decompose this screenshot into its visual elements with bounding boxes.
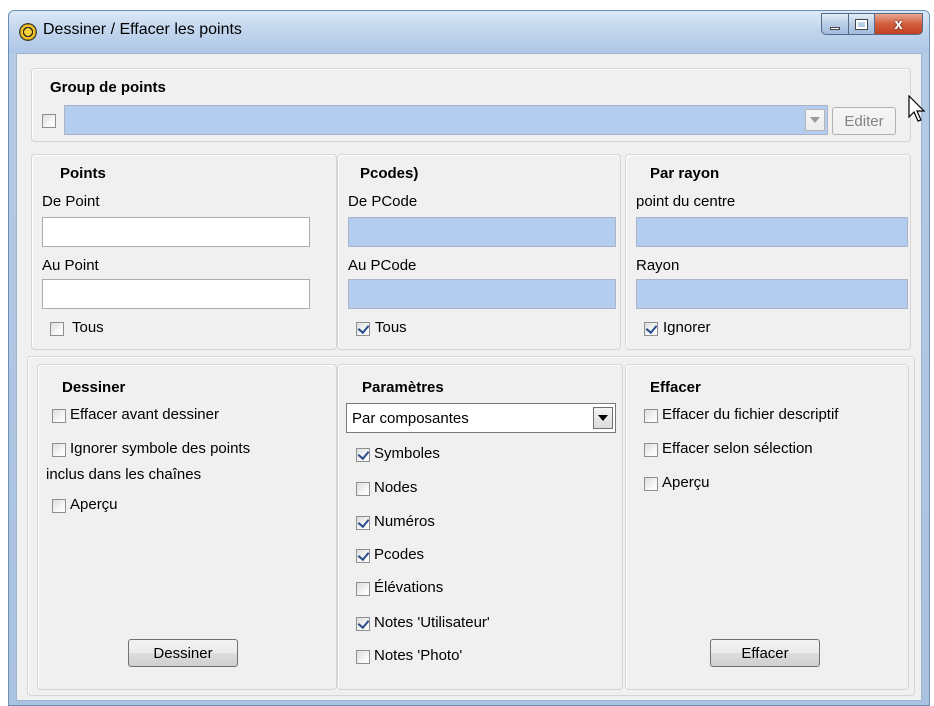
mouse-cursor-icon [908, 95, 926, 122]
chevron-down-icon [598, 415, 608, 421]
radius-title: Par rayon [650, 165, 720, 182]
to-pcode-input[interactable] [348, 279, 616, 309]
param-option-label: Notes 'Utilisateur' [374, 614, 490, 631]
group-checkbox[interactable] [42, 114, 56, 128]
from-pcode-input[interactable] [348, 217, 616, 247]
pcodes-all-label: Tous [375, 319, 407, 336]
params-panel: Paramètres Par composantes Symboles Nodes… [337, 364, 623, 690]
to-point-label: Au Point [42, 257, 99, 274]
erase-preview-label: Aperçu [662, 474, 710, 491]
erase-before-draw-label: Effacer avant dessiner [70, 406, 219, 423]
param-option-checkbox[interactable] [356, 582, 370, 596]
to-pcode-label: Au PCode [348, 257, 417, 274]
from-point-label: De Point [42, 193, 100, 210]
param-option-label: Élévations [374, 579, 444, 596]
points-all-label: Tous [72, 319, 104, 336]
param-option-checkbox[interactable] [356, 650, 370, 664]
erase-panel: Effacer Effacer du fichier descriptif Ef… [625, 364, 909, 690]
param-option-checkbox[interactable] [356, 549, 370, 563]
erase-descfile-label: Effacer du fichier descriptif [662, 406, 839, 423]
erase-preview-checkbox[interactable] [644, 477, 658, 491]
points-panel: Points De Point Au Point Tous [31, 154, 337, 350]
param-option-checkbox[interactable] [356, 448, 370, 462]
params-mode-arrow[interactable] [593, 407, 613, 429]
pcodes-panel: Pcodes) De PCode Au PCode Tous [337, 154, 621, 350]
ignore-label: Ignorer [663, 319, 711, 336]
param-option-checkbox[interactable] [356, 617, 370, 631]
dialog-client-area: Group de points Editer Points De Point A… [16, 53, 922, 701]
minimize-button[interactable] [821, 13, 849, 35]
minimize-icon [830, 26, 840, 30]
from-pcode-label: De PCode [348, 193, 418, 210]
center-point-label: point du centre [636, 193, 736, 210]
group-panel: Group de points Editer [31, 68, 911, 142]
dialog-window: Dessiner / Effacer les points x Group de… [8, 10, 930, 706]
points-all-checkbox[interactable] [50, 322, 64, 336]
draw-title: Dessiner [62, 379, 126, 396]
radius-label: Rayon [636, 257, 680, 274]
radius-panel: Par rayon point du centre Rayon Ignorer [625, 154, 911, 350]
close-button[interactable]: x [875, 13, 923, 35]
draw-preview-label: Aperçu [70, 496, 118, 513]
center-point-input[interactable] [636, 217, 908, 247]
ignore-symbol-checkbox[interactable] [52, 443, 66, 457]
erase-selection-label: Effacer selon sélection [662, 440, 813, 457]
to-point-input[interactable] [42, 279, 310, 309]
param-option-checkbox[interactable] [356, 482, 370, 496]
edit-button[interactable]: Editer [832, 107, 896, 135]
param-option-label: Nodes [374, 479, 418, 496]
app-logo-icon [19, 23, 37, 41]
group-select-arrow[interactable] [805, 109, 825, 131]
params-mode-select[interactable]: Par composantes [346, 403, 616, 433]
param-option-label: Notes 'Photo' [374, 647, 463, 664]
maximize-icon [855, 18, 868, 30]
group-select[interactable] [64, 105, 828, 135]
pcodes-all-checkbox[interactable] [356, 322, 370, 336]
ignore-symbol-label-line2: inclus dans les chaînes [46, 466, 202, 483]
params-mode-value: Par composantes [352, 410, 469, 427]
ignore-checkbox[interactable] [644, 322, 658, 336]
draw-button[interactable]: Dessiner [128, 639, 238, 667]
pcodes-title: Pcodes) [360, 165, 419, 182]
window-title: Dessiner / Effacer les points [43, 21, 242, 38]
erase-selection-checkbox[interactable] [644, 443, 658, 457]
radius-input[interactable] [636, 279, 908, 309]
maximize-button[interactable] [849, 13, 875, 35]
close-icon: x [894, 15, 903, 33]
erase-descfile-checkbox[interactable] [644, 409, 658, 423]
param-option-label: Numéros [374, 513, 435, 530]
from-point-input[interactable] [42, 217, 310, 247]
erase-button[interactable]: Effacer [710, 639, 820, 667]
group-title: Group de points [50, 79, 166, 96]
param-option-checkbox[interactable] [356, 516, 370, 530]
param-option-label: Pcodes [374, 546, 425, 563]
window-controls: x [821, 13, 923, 35]
points-title: Points [60, 165, 106, 182]
param-option-label: Symboles [374, 445, 440, 462]
ignore-symbol-label: Ignorer symbole des points [70, 440, 251, 457]
draw-preview-checkbox[interactable] [52, 499, 66, 513]
draw-panel: Dessiner Effacer avant dessiner Ignorer … [37, 364, 337, 690]
chevron-down-icon [810, 117, 820, 123]
erase-title: Effacer [650, 379, 701, 396]
erase-before-draw-checkbox[interactable] [52, 409, 66, 423]
title-bar[interactable]: Dessiner / Effacer les points x [9, 11, 929, 53]
params-title: Paramètres [362, 379, 444, 396]
